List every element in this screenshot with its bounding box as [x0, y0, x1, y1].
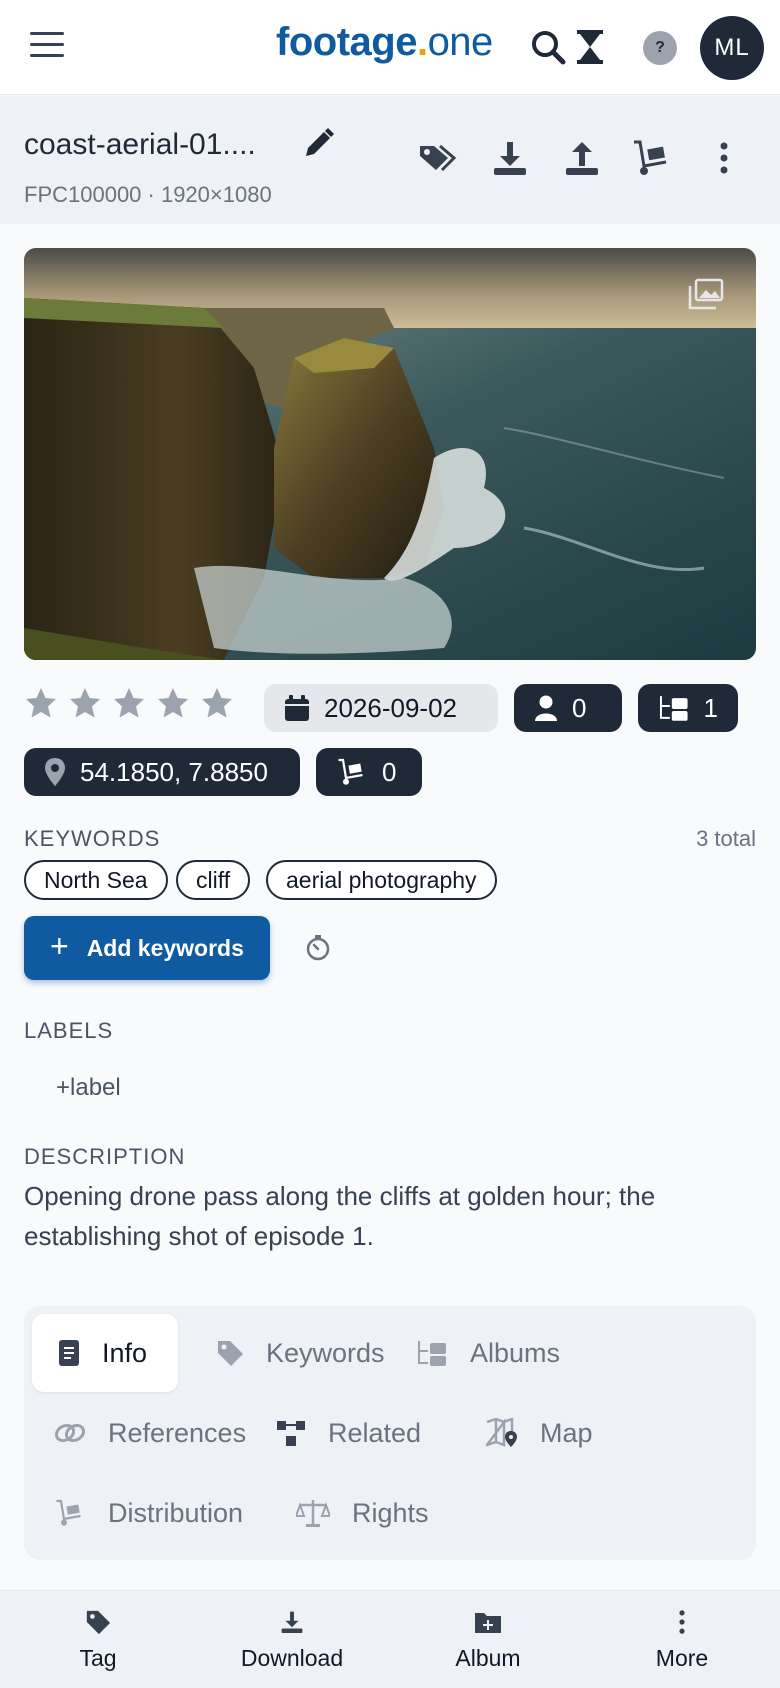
hourglass-icon[interactable]: [572, 28, 608, 66]
tab-rights[interactable]: Rights: [270, 1474, 455, 1552]
search-icon[interactable]: [530, 28, 566, 66]
more-vertical-icon[interactable]: [704, 138, 744, 178]
tab-references[interactable]: References: [28, 1394, 272, 1472]
file-meta: FPC100000 · 1920×1080: [24, 182, 272, 207]
albums-chip[interactable]: 1: [638, 684, 738, 732]
album-button[interactable]: Album: [408, 1591, 568, 1688]
timer-icon[interactable]: [304, 934, 332, 962]
distribution-chip[interactable]: 0: [316, 748, 422, 796]
detail-tabs-panel: Info Keywords Albums References Related: [24, 1306, 756, 1560]
star-icon[interactable]: [68, 686, 102, 720]
link-icon: [54, 1423, 86, 1443]
tag-icon[interactable]: [418, 138, 458, 178]
plus-icon: +: [50, 927, 69, 964]
star-icon[interactable]: [156, 686, 190, 720]
download-icon: [281, 1611, 303, 1633]
download-button-label: Download: [240, 1644, 344, 1671]
distribution-count: 0: [382, 756, 397, 787]
help-icon[interactable]: ?: [643, 31, 677, 65]
folder-plus-icon: [475, 1612, 501, 1633]
add-keywords-button[interactable]: + Add keywords: [24, 916, 270, 980]
avatar[interactable]: ML: [700, 16, 764, 80]
labels-heading: LABELS: [24, 1018, 114, 1043]
logo-text-footage: footage: [276, 20, 417, 64]
menu-icon[interactable]: [30, 32, 64, 60]
gallery-icon[interactable]: [688, 278, 724, 310]
location-chip[interactable]: 54.1850, 7.8850: [24, 748, 300, 796]
tag-icon: [86, 1610, 111, 1634]
pencil-icon[interactable]: [300, 126, 336, 162]
more-button-label: More: [655, 1644, 709, 1671]
top-navigation-bar: footage.one ? ML: [0, 0, 780, 95]
star-icon[interactable]: [200, 686, 234, 720]
tab-albums-label: Albums: [470, 1337, 561, 1368]
calendar-icon: [285, 695, 309, 721]
person-icon: [535, 695, 557, 721]
cart-icon[interactable]: [632, 138, 672, 178]
tab-keywords[interactable]: Keywords: [190, 1314, 411, 1392]
add-keywords-label: Add keywords: [86, 934, 244, 961]
logo-text-one: one: [427, 20, 494, 64]
tab-keywords-label: Keywords: [266, 1337, 385, 1368]
star-icon[interactable]: [24, 686, 58, 720]
download-icon[interactable]: [490, 138, 530, 178]
keyword-tag[interactable]: aerial photography: [266, 860, 497, 900]
location-value: 54.1850, 7.8850: [80, 756, 268, 787]
tab-related[interactable]: Related: [250, 1394, 447, 1472]
related-icon: [277, 1421, 305, 1446]
people-chip[interactable]: 0: [514, 684, 622, 732]
scale-icon: [296, 1500, 330, 1527]
people-count: 0: [572, 692, 587, 723]
tab-distribution[interactable]: Distribution: [28, 1474, 269, 1552]
description-text[interactable]: Opening drone pass along the cliffs at g…: [24, 1176, 744, 1256]
tag-icon: [218, 1341, 243, 1366]
tab-distribution-label: Distribution: [108, 1497, 244, 1528]
app-logo[interactable]: footage.one: [276, 20, 493, 65]
keywords-total: 3 total: [696, 826, 756, 851]
albums-count: 1: [703, 692, 718, 723]
folder-tree-icon: [418, 1341, 446, 1366]
rating-stars[interactable]: [24, 686, 234, 720]
description-heading: DESCRIPTION: [24, 1144, 186, 1169]
keyword-tag[interactable]: cliff: [176, 860, 251, 900]
more-vertical-icon: [679, 1609, 685, 1634]
add-label-button[interactable]: +label: [56, 1074, 121, 1102]
album-button-label: Album: [455, 1644, 521, 1671]
document-icon: [59, 1340, 79, 1366]
cart-icon: [56, 1499, 81, 1526]
tab-albums[interactable]: Albums: [390, 1314, 586, 1392]
tag-button-label: Tag: [79, 1644, 117, 1671]
more-button[interactable]: More: [602, 1591, 762, 1688]
tab-references-label: References: [108, 1417, 247, 1448]
star-icon[interactable]: [112, 686, 146, 720]
file-title: coast-aerial-01....: [24, 128, 256, 161]
tab-info-label: Info: [102, 1337, 148, 1368]
bottom-action-bar: Tag Download Album More: [0, 1590, 780, 1688]
asset-preview-image[interactable]: [24, 248, 756, 660]
logo-text-dot: .: [416, 20, 428, 64]
tab-map-label: Map: [540, 1417, 593, 1448]
tab-map[interactable]: Map: [460, 1394, 619, 1472]
tab-rights-label: Rights: [352, 1497, 429, 1528]
cart-icon: [338, 758, 363, 785]
date-value: 2026-09-02: [324, 692, 457, 723]
tab-info[interactable]: Info: [32, 1314, 178, 1392]
date-chip[interactable]: 2026-09-02: [264, 684, 498, 732]
tab-related-label: Related: [328, 1417, 422, 1448]
keywords-heading: KEYWORDS: [24, 826, 161, 851]
upload-icon[interactable]: [562, 138, 602, 178]
tag-button[interactable]: Tag: [18, 1591, 178, 1688]
keyword-tag[interactable]: North Sea: [24, 860, 168, 900]
folder-tree-icon: [659, 696, 688, 721]
download-button[interactable]: Download: [212, 1591, 372, 1688]
map-icon: [486, 1418, 517, 1447]
location-pin-icon: [45, 758, 65, 786]
